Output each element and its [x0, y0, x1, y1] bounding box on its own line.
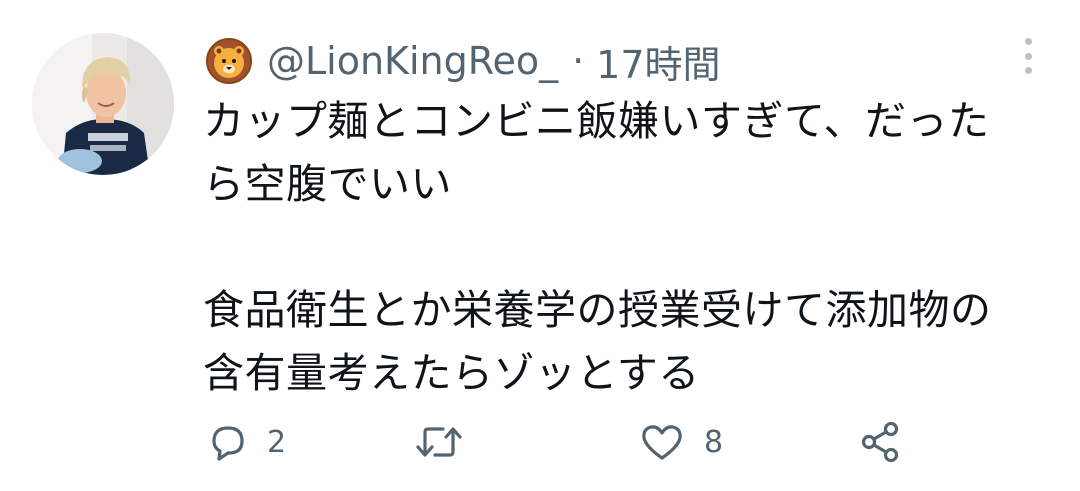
like-button[interactable]: 8: [638, 412, 723, 472]
more-options-icon[interactable]: [1016, 36, 1040, 76]
reply-icon: [212, 426, 244, 461]
tweet-text-line: 食品衛生とか栄養学の授業受けて添加物の: [203, 286, 992, 334]
tweet-text-line: 含有量考えたらゾッとする: [203, 349, 700, 397]
tweet-timestamp[interactable]: 17時間: [596, 34, 720, 89]
action-bar: 2 8: [0, 412, 1080, 472]
reply-button[interactable]: 2: [205, 412, 286, 472]
header-separator: ·: [572, 39, 585, 83]
reply-count: 2: [267, 424, 287, 460]
tweet-text-line: カップ麺とコンビニ飯嫌いすぎて、だった: [203, 97, 990, 145]
avatar-photo: [32, 33, 174, 175]
avatar[interactable]: [32, 33, 174, 175]
like-count: 8: [704, 424, 724, 460]
share-icon: [861, 421, 899, 463]
user-handle[interactable]: @LionKingReo_: [267, 39, 558, 83]
tweet-text-line: ら空腹でいい: [203, 160, 452, 208]
lion-emoji-icon: [203, 35, 255, 87]
tweet-text: カップ麺とコンビニ飯嫌いすぎて、だった ら空腹でいい 食品衛生とか栄養学の授業受…: [203, 90, 1053, 405]
share-button[interactable]: [858, 412, 904, 472]
retweet-button[interactable]: [413, 412, 483, 472]
heart-icon: [642, 425, 682, 460]
tweet-header: @LionKingReo_ · 17時間: [203, 32, 721, 90]
retweet-icon: [416, 427, 462, 457]
tweet-card[interactable]: @LionKingReo_ · 17時間 カップ麺とコンビニ飯嫌いすぎて、だった…: [0, 0, 1080, 491]
